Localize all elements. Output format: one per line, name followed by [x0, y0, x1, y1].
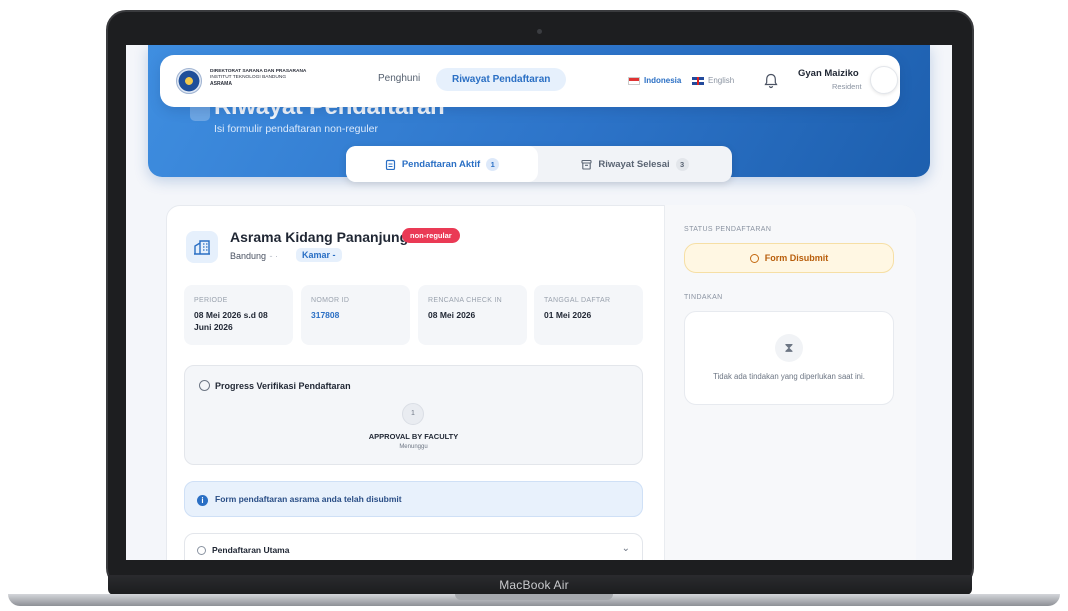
bell-icon[interactable]	[764, 73, 778, 89]
no-action-text: Tidak ada tindakan yang diperlukan saat …	[713, 372, 865, 381]
lang-indonesia[interactable]: Indonesia	[628, 76, 681, 85]
status-label: STATUS PENDAFTARAN	[684, 226, 772, 233]
alert-text: Form pendaftaran asrama anda telah disub…	[215, 494, 402, 504]
clipboard-icon	[385, 159, 395, 170]
info-label: NOMOR ID	[311, 297, 350, 304]
info-label: TANGGAL DAFTAR	[544, 297, 611, 304]
lang-english[interactable]: English	[692, 76, 734, 85]
indonesia-flag-icon	[628, 76, 640, 85]
info-value: 08 Mei 2026	[428, 310, 476, 320]
chevron-down-icon[interactable]: ⌄	[622, 543, 630, 554]
location-separator: · - ·	[264, 251, 278, 261]
info-check-in: RENCANA CHECK IN 08 Mei 2026	[418, 285, 527, 345]
archive-icon	[581, 159, 592, 170]
city: Bandung	[230, 251, 267, 261]
device-label: MacBook Air	[499, 578, 569, 592]
info-alert: i Form pendaftaran asrama anda telah dis…	[184, 481, 643, 517]
org-line-3: ASRAMA	[210, 81, 232, 87]
org-name: DIREKTORAT SARANA DAN PRASARANA INSTITUT…	[210, 69, 310, 87]
uk-flag-icon	[692, 76, 704, 85]
type-badge: non-regular	[402, 228, 460, 243]
clock-icon	[197, 546, 206, 555]
tab-pendaftaran-aktif[interactable]: Pendaftaran Aktif 1	[346, 146, 538, 182]
user-role: Resident	[832, 82, 862, 91]
itb-logo-icon	[176, 68, 202, 94]
info-label: PERIODE	[194, 297, 228, 304]
clock-icon	[749, 253, 759, 263]
building-name: Asrama Kidang Pananjung	[230, 229, 409, 245]
room-badge: Kamar -	[296, 248, 342, 262]
info-value: 01 Mei 2026	[544, 310, 592, 320]
nav-penghuni[interactable]: Penghuni	[378, 73, 420, 84]
step-number: 1	[402, 403, 424, 425]
info-label: RENCANA CHECK IN	[428, 297, 503, 304]
accordion-label: Pendaftaran Utama	[212, 545, 290, 555]
status-badge: Form Disubmit	[684, 243, 894, 273]
info-value: 317808	[311, 310, 340, 320]
step-label: APPROVAL BY FACULTY	[368, 432, 459, 441]
camera-icon	[537, 29, 542, 34]
hourglass-icon: ⧗	[775, 334, 803, 362]
tab-pendaftaran-aktif-label: Pendaftaran Aktif	[401, 158, 481, 170]
registration-tabs: Pendaftaran Aktif 1 Riwayat Selesai 3	[346, 146, 732, 182]
avatar[interactable]	[870, 66, 898, 94]
tab-riwayat-selesai[interactable]: Riwayat Selesai 3	[538, 146, 732, 182]
info-nomor-id: NOMOR ID 317808	[301, 285, 410, 345]
action-label: TINDAKAN	[684, 294, 723, 301]
top-navbar: DIREKTORAT SARANA DAN PRASARANA INSTITUT…	[160, 55, 900, 107]
progress-title: Progress Verifikasi Pendaftaran	[215, 381, 351, 391]
user-name[interactable]: Gyan Maiziko	[798, 68, 859, 79]
status-value: Form Disubmit	[764, 253, 829, 263]
lang-indonesia-label: Indonesia	[644, 76, 682, 85]
clock-icon	[199, 380, 210, 391]
verification-progress: Progress Verifikasi Pendaftaran 1 APPROV…	[184, 365, 643, 465]
step-status: Menunggu	[399, 444, 428, 450]
laptop-notch	[455, 594, 613, 600]
nav-riwayat-pendaftaran[interactable]: Riwayat Pendaftaran	[436, 68, 567, 91]
info-periode: PERIODE 08 Mei 2026 s.d 08 Juni 2026	[184, 285, 293, 345]
accordion-pendaftaran-utama[interactable]: Pendaftaran Utama ⌄	[184, 533, 643, 560]
tab-count-badge: 1	[486, 157, 500, 171]
info-icon: i	[197, 495, 208, 506]
tab-riwayat-selesai-label: Riwayat Selesai	[598, 158, 670, 170]
info-tanggal-daftar: TANGGAL DAFTAR 01 Mei 2026	[534, 285, 643, 345]
info-value: 08 Mei 2026 s.d 08 Juni 2026	[194, 310, 268, 332]
lang-english-label: English	[708, 76, 735, 85]
no-action-box: ⧗ Tidak ada tindakan yang diperlukan saa…	[684, 311, 894, 405]
tab-count-badge: 3	[675, 157, 689, 171]
building-icon	[186, 231, 218, 263]
page-subtitle: Isi formulir pendaftaran non-reguler	[214, 123, 379, 135]
screen: Riwayat Pendaftaran Isi formulir pendaft…	[126, 45, 952, 560]
